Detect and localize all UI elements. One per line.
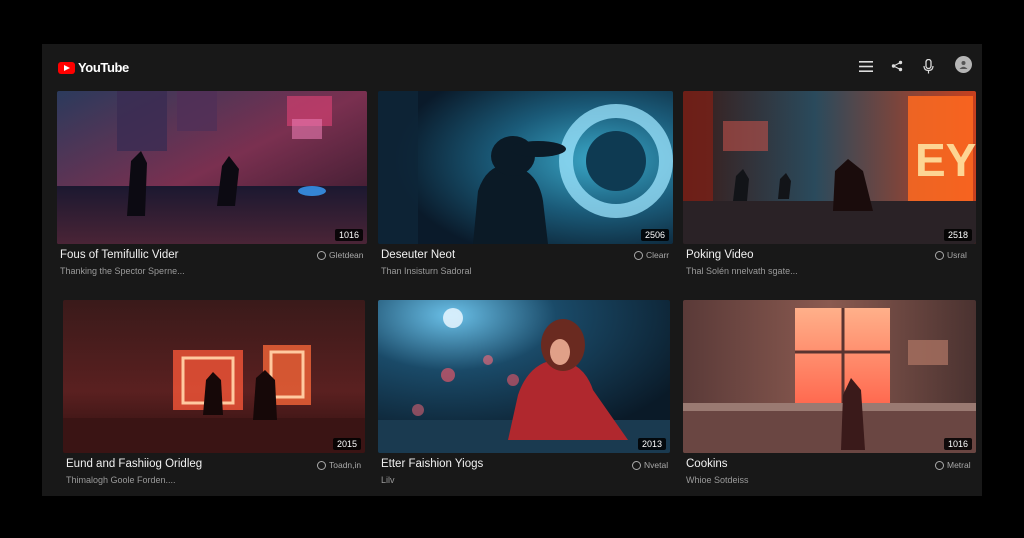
video-meta-text: Gletdean — [329, 250, 364, 260]
clock-icon — [935, 250, 944, 260]
video-thumbnail[interactable]: 1016 — [683, 300, 976, 453]
video-thumbnail[interactable]: 2015 — [63, 300, 365, 453]
youtube-play-icon — [58, 61, 75, 74]
video-card[interactable]: EYV 2518 Poking Video Thal Solén nnelvat… — [683, 91, 977, 281]
video-meta-text: Metral — [947, 460, 971, 470]
video-title[interactable]: Eund and Fashiiog Oridleg — [66, 458, 202, 470]
video-meta-text: Toadn,in — [329, 460, 362, 470]
video-card[interactable]: 1016 Fous of Temifullic Vider Thanking t… — [57, 91, 367, 281]
video-duration: 1016 — [334, 229, 363, 241]
video-duration: 2015 — [332, 438, 361, 450]
video-meta-text: Clearr — [646, 250, 670, 260]
video-thumbnail[interactable]: 2506 — [378, 91, 673, 244]
video-subtitle: Than Insisturn Sadoral — [381, 266, 472, 276]
video-thumbnail[interactable]: 2013 — [378, 300, 670, 453]
video-card[interactable]: 2506 Deseuter Neot Than Insisturn Sadora… — [378, 91, 673, 281]
video-duration: 2013 — [637, 438, 666, 450]
video-meta: Clearr — [634, 250, 669, 260]
video-meta: Metral — [935, 460, 971, 470]
clock-icon — [935, 460, 944, 470]
clock-icon — [317, 250, 326, 260]
video-title[interactable]: Deseuter Neot — [381, 249, 455, 261]
video-title[interactable]: Etter Faishion Yiogs — [381, 458, 483, 470]
video-duration: 1016 — [943, 438, 972, 450]
video-meta: Nvetal — [632, 460, 668, 470]
video-thumbnail[interactable]: EYV 2518 — [683, 91, 976, 244]
avatar[interactable] — [955, 56, 972, 73]
video-duration: 2518 — [943, 229, 972, 241]
video-meta-text: Nvetal — [644, 460, 669, 470]
video-title[interactable]: Poking Video — [686, 249, 754, 261]
menu-icon[interactable] — [857, 57, 875, 75]
video-meta: Gletdean — [317, 250, 364, 260]
mic-icon[interactable] — [919, 57, 937, 75]
video-meta-text: Usral — [947, 250, 967, 260]
youtube-logo[interactable]: YouTube — [58, 60, 129, 75]
header: YouTube — [42, 44, 982, 88]
video-title[interactable]: Fous of Temifullic Vider — [60, 249, 178, 261]
video-duration: 2506 — [640, 229, 669, 241]
video-card[interactable]: 2013 Etter Faishion Yiogs Lilv Nvetal — [378, 300, 672, 490]
clock-icon — [317, 460, 326, 470]
video-thumbnail[interactable]: 1016 — [57, 91, 367, 244]
video-meta: Toadn,in — [317, 460, 361, 470]
video-subtitle: Thimalogh Goole Forden.... — [66, 475, 176, 485]
clock-icon — [632, 460, 641, 470]
logo-text: YouTube — [78, 60, 129, 75]
app-window: YouTube 1016 Fous of Temifullic Vider Th… — [42, 44, 982, 496]
video-subtitle: Thanking the Spector Sperne... — [60, 266, 185, 276]
video-title[interactable]: Cookins — [686, 458, 728, 470]
share-icon[interactable] — [888, 57, 906, 75]
clock-icon — [634, 250, 643, 260]
video-subtitle: Lilv — [381, 475, 395, 485]
video-card[interactable]: 1016 Cookins Whioe Sotdeiss Metral — [683, 300, 977, 490]
video-meta: Usral — [935, 250, 967, 260]
video-subtitle: Thal Solén nnelvath sgate... — [686, 266, 798, 276]
svg-text:EYV: EYV — [915, 134, 976, 186]
video-card[interactable]: 2015 Eund and Fashiiog Oridleg Thimalogh… — [63, 300, 367, 490]
video-subtitle: Whioe Sotdeiss — [686, 475, 749, 485]
